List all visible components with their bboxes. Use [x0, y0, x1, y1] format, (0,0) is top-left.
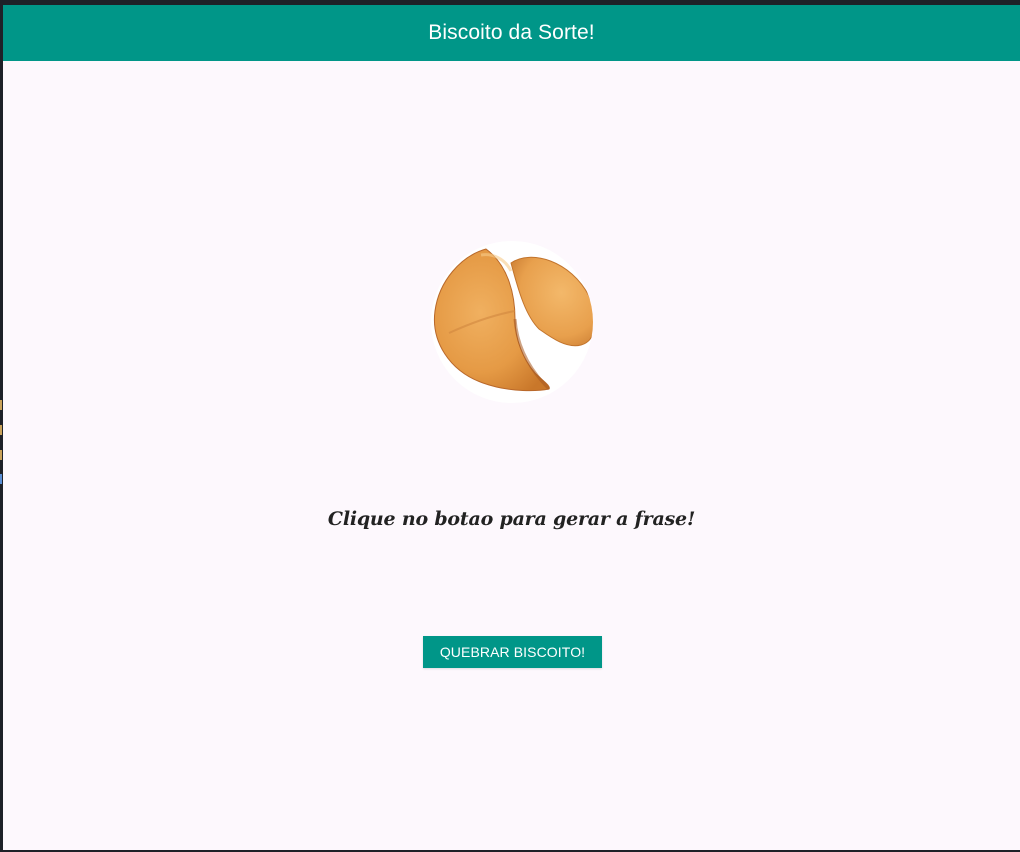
app-window: Biscoito da Sorte! Clique no botao para … [3, 5, 1020, 850]
app-bar: Biscoito da Sorte! [3, 5, 1020, 61]
fortune-phrase: Clique no botao para gerar a frase! [327, 508, 696, 530]
editor-mark [0, 474, 2, 484]
fortune-cookie-icon [433, 248, 593, 392]
editor-mark [0, 450, 2, 460]
editor-mark [0, 425, 2, 435]
editor-mark [0, 400, 2, 410]
break-cookie-button[interactable]: QUEBRAR BISCOITO! [423, 636, 602, 668]
app-title: Biscoito da Sorte! [428, 21, 595, 44]
fortune-cookie-image [431, 241, 593, 403]
